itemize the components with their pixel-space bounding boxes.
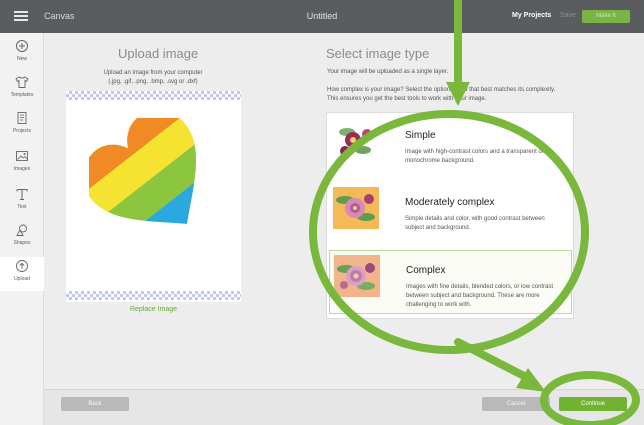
image-type-description: Your image will be uploaded as a single …: [327, 69, 449, 75]
sidebar-item-label: Projects: [12, 128, 32, 134]
flower-thumbnail-icon: [333, 120, 379, 162]
shirt-icon: [15, 76, 29, 88]
option-moderately-complex-description: Simple details and color, with good cont…: [405, 216, 545, 231]
sidebar-item-label: New: [16, 56, 27, 62]
rainbow-heart-image: [89, 118, 215, 240]
upload-icon: [16, 260, 28, 272]
image-type-instructions: How complex is your image? Select the op…: [327, 87, 556, 102]
option-simple[interactable]: Simple Image with high-contrast colors a…: [329, 116, 572, 176]
sidebar-item-images[interactable]: Images: [0, 147, 44, 181]
flower-thumbnail-icon: [333, 187, 379, 229]
sidebar-item-new[interactable]: New: [0, 37, 44, 71]
flower-thumbnail-icon: [334, 255, 380, 297]
option-complex[interactable]: Complex Images with fine details, blende…: [329, 250, 572, 314]
sidebar-item-templates[interactable]: Templates: [0, 73, 44, 107]
sidebar-item-label: Upload: [14, 276, 30, 282]
option-moderately-complex[interactable]: Moderately complex Simple details and co…: [329, 183, 572, 243]
cancel-button[interactable]: Cancel: [482, 397, 550, 411]
option-complex-description: Images with fine details, blended colors…: [406, 284, 554, 308]
upload-image-title: Upload image: [118, 46, 199, 61]
sidebar-item-label: Shapes: [13, 240, 31, 246]
top-bar: Canvas Untitled My Projects Save Make It: [0, 0, 644, 33]
option-simple-description: Image with high-contrast colors and a tr…: [405, 149, 544, 164]
make-it-button[interactable]: Make It: [582, 10, 630, 23]
option-complex-name: Complex: [406, 265, 446, 276]
save-link[interactable]: Save: [560, 12, 576, 19]
replace-image-link[interactable]: Replace Image: [66, 306, 241, 313]
projects-icon: [17, 112, 27, 124]
sidebar-item-label: Templates: [10, 92, 34, 98]
select-image-type-title: Select image type: [326, 46, 430, 61]
transparency-pattern-top: [66, 91, 241, 100]
heart-stripes: [89, 118, 215, 240]
sidebar-item-text[interactable]: Text: [0, 185, 44, 219]
upload-description-line2: (.jpg, .gif, .png, .bmp, .svg or .dxf): [108, 79, 198, 85]
image-icon: [16, 151, 28, 161]
option-moderately-complex-name: Moderately complex: [405, 197, 495, 208]
option-simple-name: Simple: [405, 130, 436, 141]
bottom-bar: [44, 389, 644, 425]
text-icon: [16, 189, 28, 200]
plus-circle-icon: [16, 40, 28, 52]
sidebar-item-shapes[interactable]: Shapes: [0, 221, 44, 255]
upload-description-line1: Upload an image from your computer: [103, 70, 203, 76]
continue-button[interactable]: Continue: [559, 397, 627, 411]
sidebar-item-upload[interactable]: Upload: [0, 257, 44, 291]
sidebar-item-projects[interactable]: Projects: [0, 109, 44, 143]
back-button[interactable]: Back: [61, 397, 129, 411]
transparency-pattern-bottom: [66, 291, 241, 300]
upload-description: Upload an image from your computer (.jpg…: [60, 69, 246, 87]
left-sidebar: New Templates Projects Images Text Shape…: [0, 33, 44, 425]
sidebar-item-label: Images: [13, 166, 31, 172]
shapes-icon: [16, 224, 27, 236]
sidebar-item-label: Text: [17, 204, 27, 210]
my-projects-link[interactable]: My Projects: [512, 12, 551, 19]
